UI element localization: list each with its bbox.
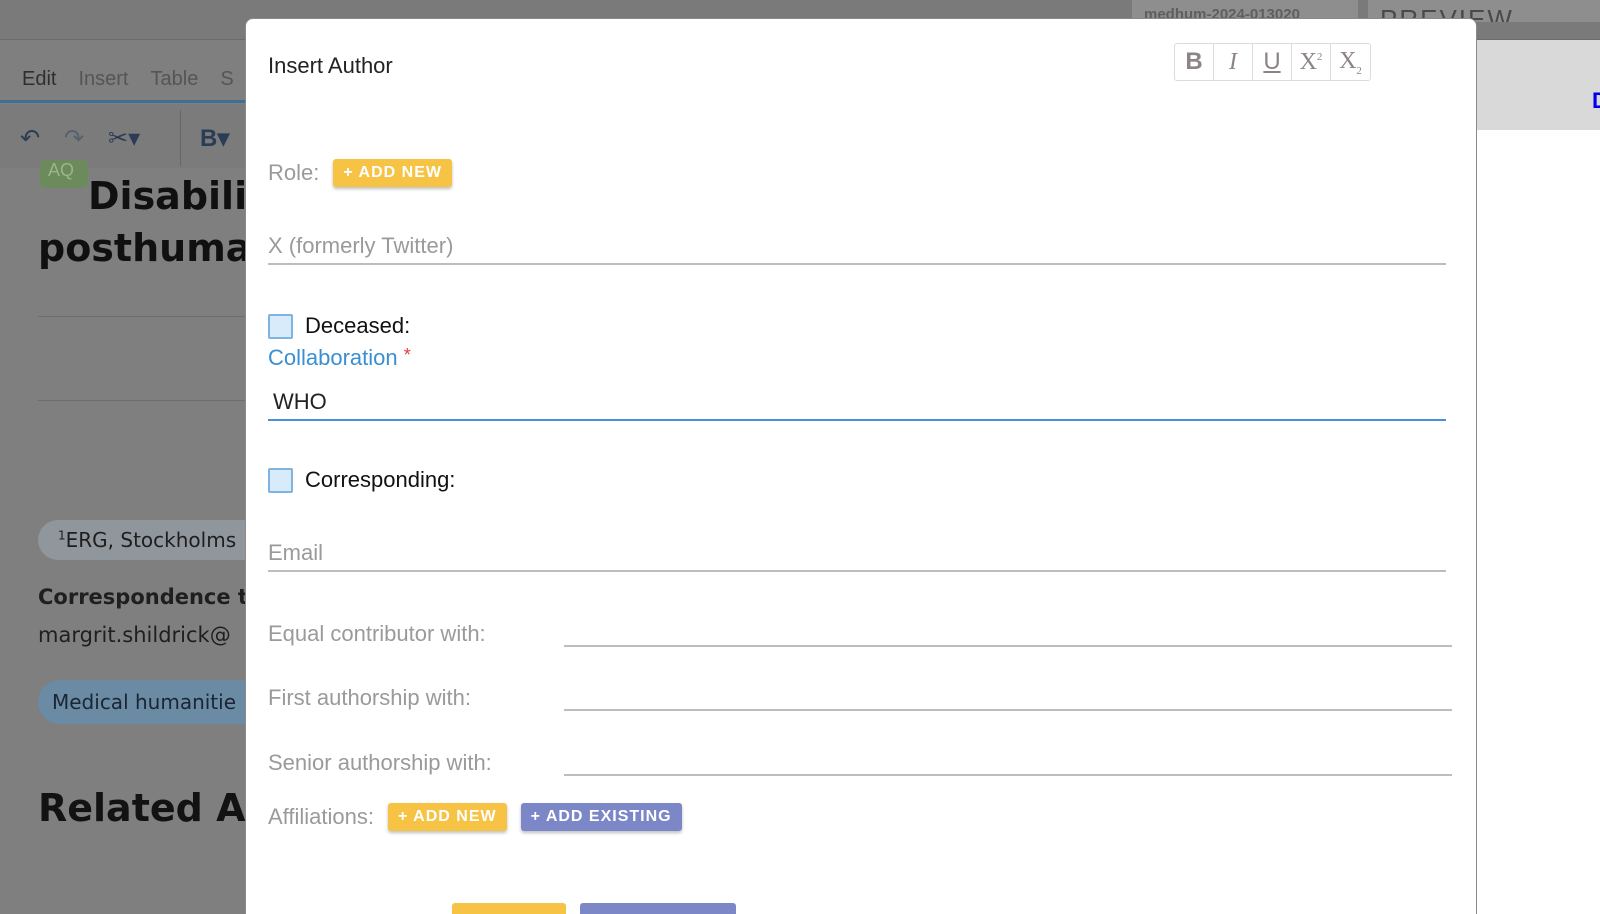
affiliations-row: Affiliations: + ADD NEW + ADD EXISTING: [268, 803, 682, 831]
email-input[interactable]: [268, 536, 1446, 570]
senior-authorship-label: Senior authorship with:: [268, 750, 492, 775]
deceased-label: Deceased:: [305, 313, 411, 338]
bold-button[interactable]: B: [1175, 44, 1214, 80]
deceased-row: Deceased:: [268, 313, 410, 339]
menu-bar: Edit Insert Table S: [0, 56, 250, 102]
twitter-input[interactable]: [268, 229, 1446, 263]
preview-panel-glyph: D: [1592, 88, 1600, 113]
email-field: [268, 536, 1446, 572]
menu-insert: Insert: [78, 67, 129, 90]
collaboration-input[interactable]: [268, 385, 1446, 419]
role-add-new-button[interactable]: + ADD NEW: [333, 159, 452, 187]
first-authorship-row: First authorship with:: [268, 681, 1452, 711]
menu-more: S: [220, 67, 234, 90]
menu-table: Table: [150, 67, 199, 90]
italic-icon: I: [1229, 48, 1237, 75]
format-toolbar: B I U X2 X2: [1174, 43, 1371, 81]
affiliations-add-new-button[interactable]: + ADD NEW: [387, 803, 507, 831]
collaboration-field: [268, 385, 1446, 421]
preview-panel-header: D: [1476, 40, 1600, 130]
first-authorship-label: First authorship with:: [268, 685, 471, 710]
affiliation-pill: 1ERG, Stockholms: [38, 520, 278, 560]
insert-author-dialog: Insert Author B I U X2 X2 Role: + ADD NE…: [245, 18, 1477, 914]
required-marker: *: [403, 345, 411, 365]
equal-contributor-label: Equal contributor with:: [268, 621, 486, 646]
subscript-button[interactable]: X2: [1331, 44, 1370, 80]
deceased-checkbox[interactable]: [268, 313, 293, 339]
subject-pill: Medical humanitie: [38, 680, 278, 724]
article-title: Disabilit posthuman: [38, 170, 279, 274]
affiliations-label: Affiliations:: [268, 804, 374, 829]
next-row-add-existing-button[interactable]: [580, 903, 736, 914]
correspondence-label: Correspondence t: [38, 585, 248, 609]
divider: [38, 316, 258, 317]
toolbar-separator: [180, 110, 181, 166]
redo-icon: ↷: [64, 125, 85, 152]
equal-contributor-input[interactable]: [564, 617, 1452, 647]
affiliation-number: 1: [58, 528, 66, 543]
next-row-add-new-button[interactable]: [452, 903, 566, 914]
menu-edit: Edit: [22, 67, 57, 90]
affiliations-add-existing-button[interactable]: + ADD EXISTING: [520, 803, 682, 831]
twitter-field: [268, 229, 1446, 265]
superscript-icon: X2: [1299, 48, 1323, 75]
scissors-icon: ✂▾: [108, 125, 141, 152]
correspondence: Correspondence t margrit.shildrick@: [38, 578, 248, 654]
bold-icon: B▾: [200, 125, 230, 152]
undo-icon: ↶: [20, 125, 41, 152]
divider: [38, 400, 258, 401]
bold-icon: B: [1185, 48, 1203, 75]
subscript-icon: X2: [1339, 47, 1362, 77]
related-articles-heading: Related Ar: [38, 786, 265, 830]
senior-authorship-row: Senior authorship with:: [268, 746, 1452, 776]
correspondence-email: margrit.shildrick@: [38, 623, 231, 647]
preview-panel: [1476, 130, 1600, 914]
senior-authorship-input[interactable]: [564, 746, 1452, 776]
corresponding-label: Corresponding:: [305, 467, 456, 492]
affiliation-text: ERG, Stockholms: [65, 528, 237, 552]
collaboration-label: Collaboration *: [268, 345, 411, 371]
underline-icon: U: [1263, 48, 1281, 75]
role-label: Role:: [268, 160, 320, 185]
dialog-title: Insert Author: [268, 53, 393, 78]
corresponding-row: Corresponding:: [268, 467, 455, 493]
first-authorship-input[interactable]: [564, 681, 1452, 711]
role-row: Role: + ADD NEW: [268, 159, 452, 187]
article-title-line-1: Disabilit: [88, 174, 266, 218]
corresponding-checkbox[interactable]: [268, 467, 293, 493]
italic-button[interactable]: I: [1214, 44, 1253, 80]
underline-button[interactable]: U: [1253, 44, 1292, 80]
collaboration-label-text: Collaboration: [268, 345, 398, 370]
equal-contributor-row: Equal contributor with:: [268, 617, 1452, 647]
menu-underline: [0, 100, 250, 103]
superscript-button[interactable]: X2: [1292, 44, 1331, 80]
article-title-line-2: posthuman: [38, 226, 279, 270]
next-row-partial: [268, 903, 736, 914]
